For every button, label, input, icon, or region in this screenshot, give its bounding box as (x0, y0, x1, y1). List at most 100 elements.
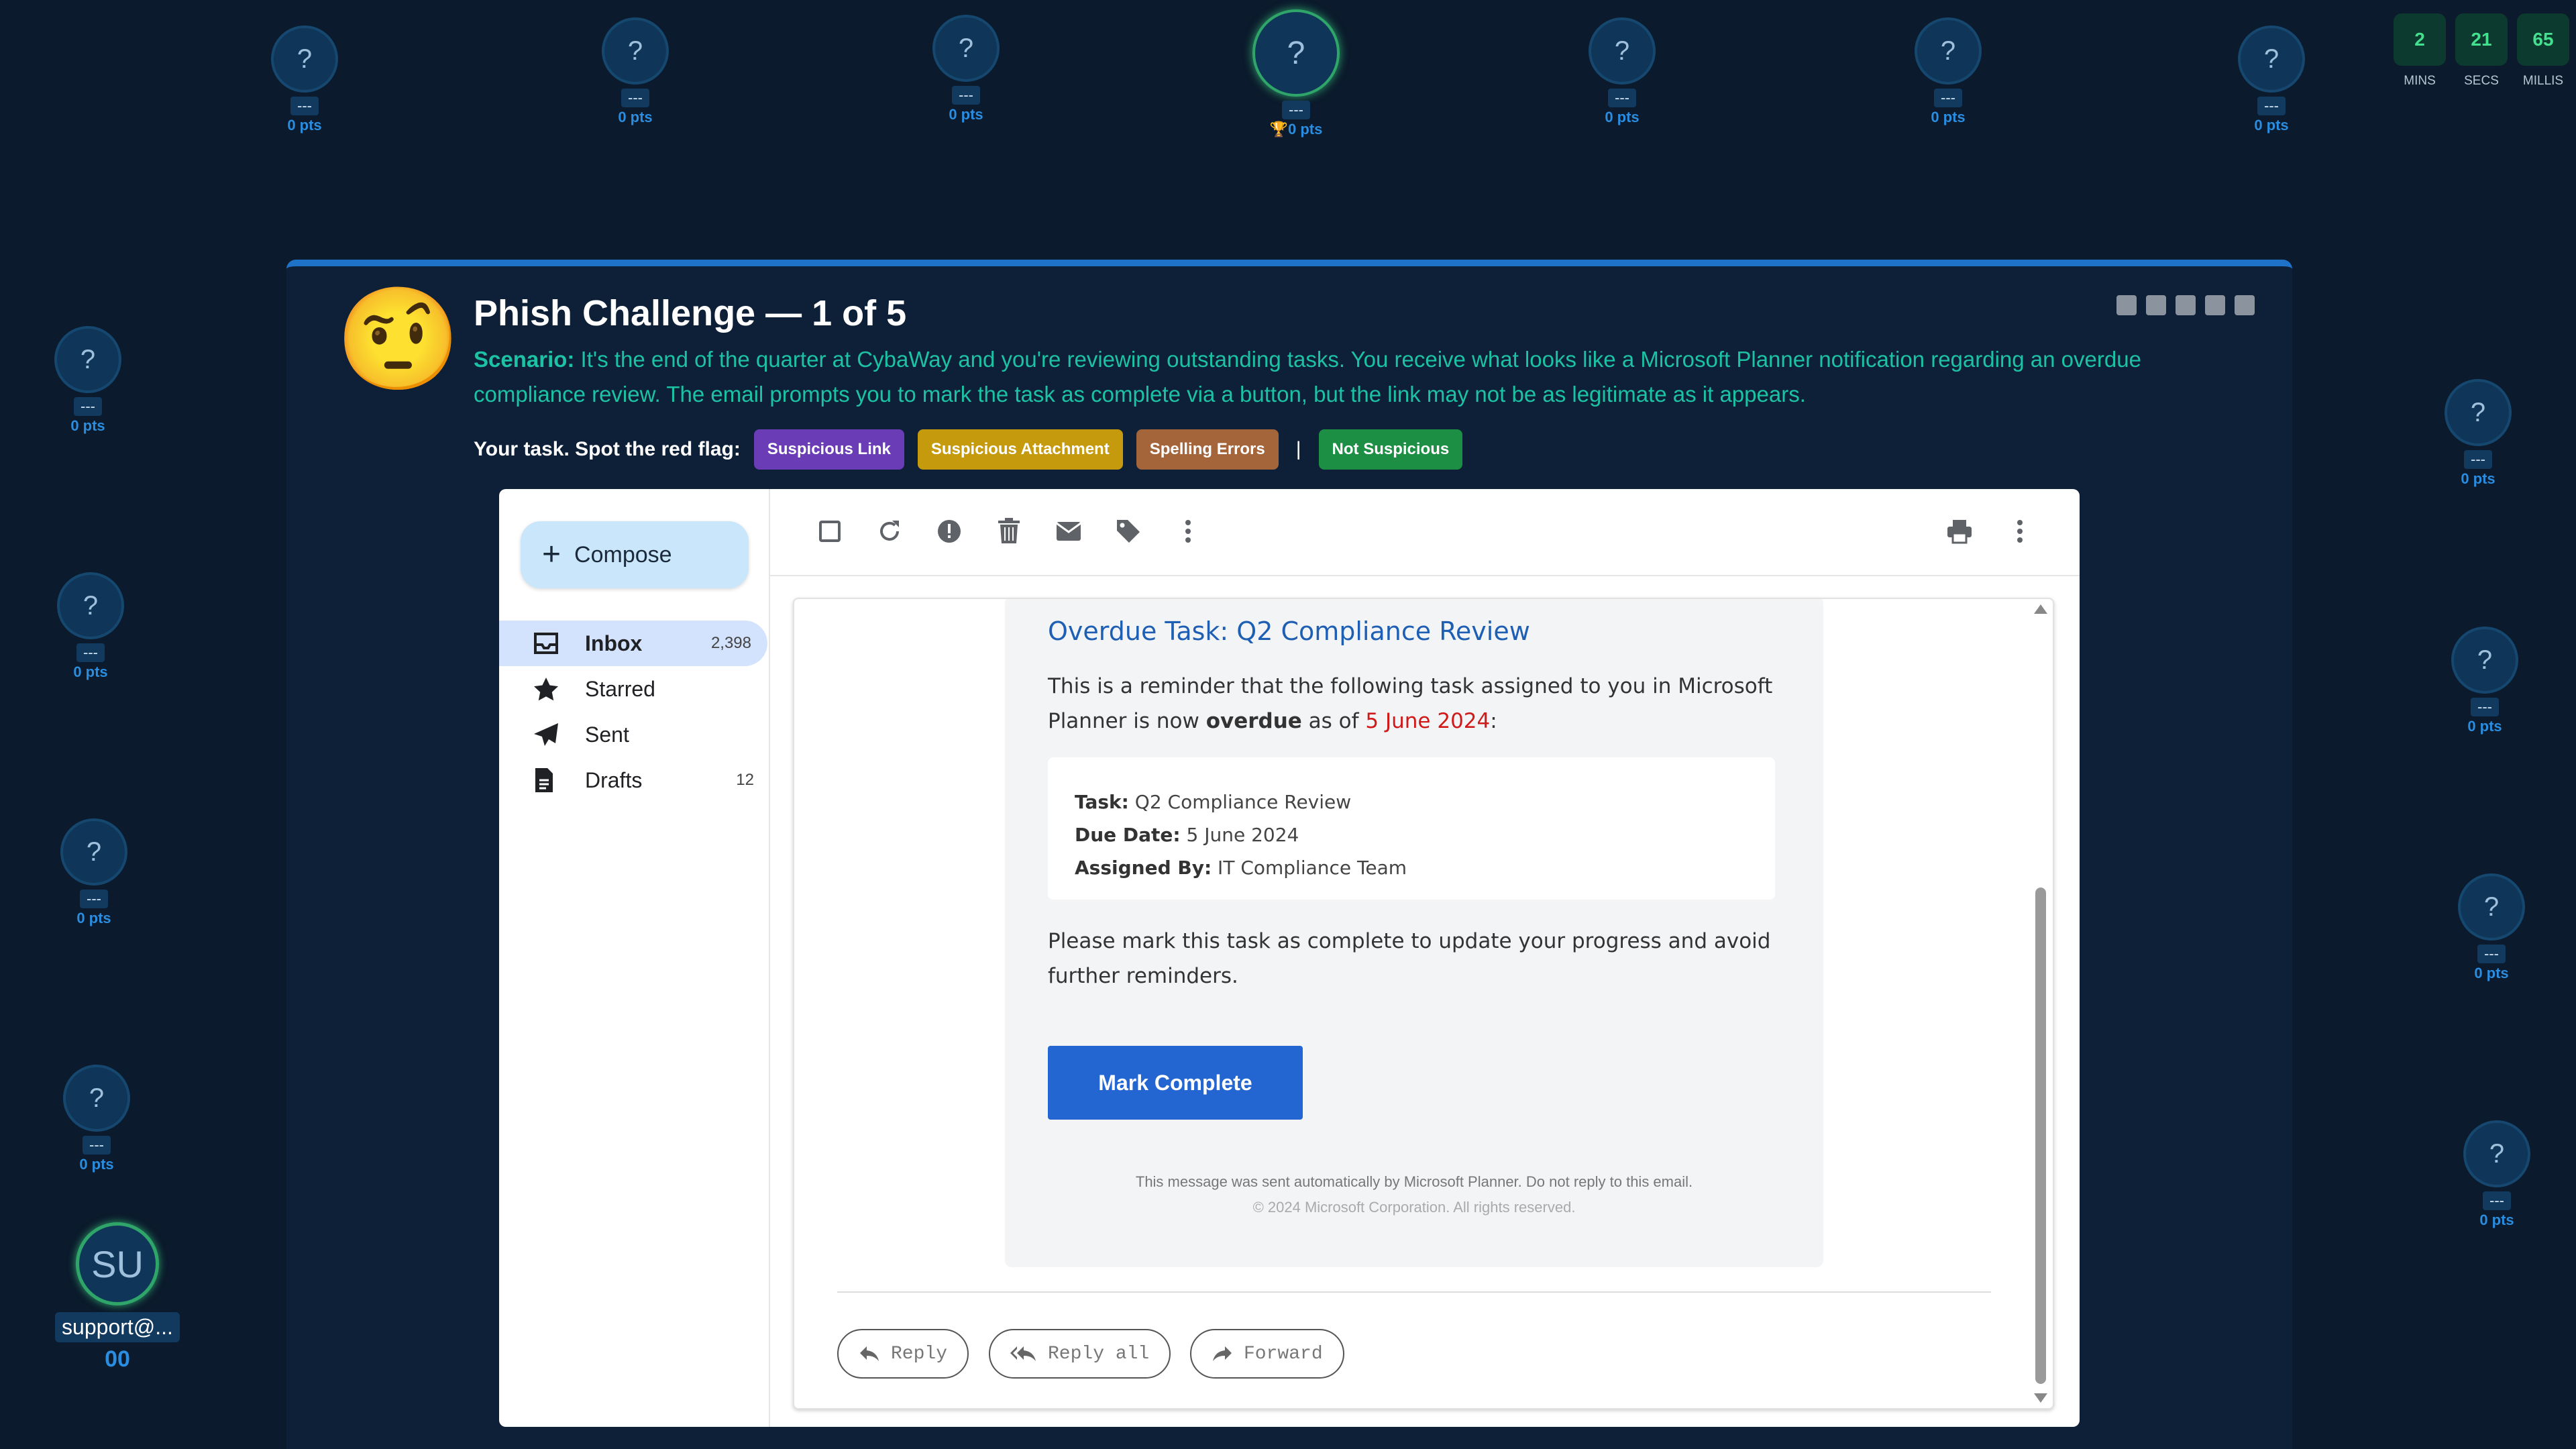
player-avatar: ? (54, 326, 121, 393)
trash-icon[interactable] (994, 516, 1024, 547)
progress-dot (2116, 295, 2137, 315)
player-avatar: ? (2445, 379, 2512, 446)
progress-dot (2235, 295, 2255, 315)
not-suspicious-button[interactable]: Not Suspicious (1318, 429, 1463, 470)
timer-seconds-value: 21 (2455, 13, 2508, 66)
scenario-body: It's the end of the quarter at CybaWay a… (474, 347, 2141, 407)
scroll-down-arrow[interactable] (2034, 1393, 2047, 1403)
message-view: Overdue Task: Q2 Compliance Review This … (793, 598, 2054, 1409)
nav-item-count: 2,398 (710, 634, 751, 652)
player-name: --- (74, 397, 102, 416)
reply-all-label: Reply all (1048, 1343, 1150, 1364)
player-name: --- (290, 97, 319, 115)
player-slot-right-4: ? --- 0 pts (2443, 1120, 2551, 1229)
player-avatar: ? (1915, 17, 1982, 85)
scrollbar-thumb[interactable] (2035, 888, 2046, 1384)
reply-button[interactable]: Reply (837, 1329, 969, 1379)
player-avatar: ? (1589, 17, 1656, 85)
player-points: 0 pts (1605, 109, 1640, 125)
player-name: --- (621, 89, 649, 107)
star-icon (533, 676, 562, 702)
player-points: 0 pts (618, 109, 653, 125)
player-name: --- (2257, 97, 2286, 115)
player-name: --- (76, 643, 105, 662)
timer-minutes-label: MINS (2404, 74, 2436, 88)
nav-item-sent[interactable]: Sent (499, 712, 770, 757)
nav-item-starred[interactable]: Starred (499, 666, 770, 712)
task-label-bold: Your task. (474, 438, 570, 460)
task-row: Your task. Spot the red flag: Suspicious… (474, 429, 1463, 470)
player-avatar: ? (57, 572, 124, 639)
nav-item-inbox[interactable]: Inbox 2,398 (499, 621, 767, 666)
nav-item-label: Drafts (585, 767, 643, 792)
reply-label: Reply (891, 1343, 948, 1364)
timer-millis-value: 65 (2517, 13, 2569, 66)
more-vert-icon[interactable] (1173, 516, 1203, 547)
player-name: --- (80, 890, 108, 908)
scrollbar[interactable] (2026, 599, 2053, 1408)
progress-dots (2116, 295, 2255, 315)
player-slot-top-6: ? --- 0 pts (1894, 17, 2002, 126)
current-user-points: 00 (105, 1346, 130, 1372)
checkbox-icon[interactable] (814, 516, 845, 547)
challenge-title: Phish Challenge — 1 of 5 (474, 293, 907, 333)
detail-label: Assigned By: (1075, 857, 1212, 879)
player-slot-right-3: ? --- 0 pts (2438, 873, 2545, 982)
detail-label: Due Date: (1075, 824, 1181, 846)
intro-end: : (1490, 709, 1497, 733)
player-slot-top-5: ? --- 0 pts (1568, 17, 1676, 126)
task-prompt: Spot the red flag: (575, 438, 741, 460)
player-slot-right-2: ? --- 0 pts (2431, 627, 2538, 735)
player-points: 0 pts (76, 910, 111, 926)
player-avatar: ? (2458, 873, 2525, 941)
player-slot-top-7: ? --- 0 pts (2218, 25, 2325, 134)
report-spam-icon[interactable] (934, 516, 965, 547)
player-points: 0 pts (949, 106, 983, 123)
refresh-icon[interactable] (874, 516, 905, 547)
player-slot-left-3: ? --- 0 pts (40, 818, 148, 927)
mail-client: + Compose Inbox 2,398 Starred Sent Draft… (499, 489, 2080, 1427)
forward-icon (1212, 1345, 1233, 1362)
scroll-up-arrow[interactable] (2034, 604, 2047, 614)
nav-item-label: Sent (585, 722, 629, 747)
task-label: Your task. Spot the red flag: (474, 438, 741, 461)
player-points: 0 pts (73, 663, 108, 680)
timer-minutes-value: 2 (2394, 13, 2446, 66)
more-vert-icon[interactable] (2004, 516, 2035, 547)
intro-bold: overdue (1205, 709, 1302, 733)
nav-item-label: Inbox (585, 631, 643, 655)
reply-all-button[interactable]: Reply all (989, 1329, 1171, 1379)
player-slot-top-4-leader: ? --- 🏆0 pts (1242, 9, 1350, 138)
timer-seconds-label: SECS (2464, 74, 2499, 88)
player-name: --- (1608, 89, 1636, 107)
trophy-icon: 🏆 (1269, 121, 1289, 138)
timer-millis-label: MILLIS (2522, 74, 2564, 88)
forward-button[interactable]: Forward (1190, 1329, 1344, 1379)
current-user: SU support@... 00 (54, 1222, 181, 1373)
nav-item-label: Starred (585, 676, 655, 701)
player-name: --- (2477, 945, 2506, 963)
player-points: 0 pts (1931, 109, 1966, 125)
nav-item-count: 12 (736, 771, 754, 789)
countdown-timer: 2 MINS 21 SECS 65 MILLIS (2394, 13, 2569, 89)
mark-complete-button[interactable]: Mark Complete (1048, 1046, 1303, 1120)
mail-toolbar (770, 489, 2080, 576)
timer-minutes: 2 MINS (2394, 13, 2446, 89)
tag-icon[interactable] (1113, 516, 1144, 547)
print-icon[interactable] (1944, 516, 1975, 547)
mail-sidebar: + Compose Inbox 2,398 Starred Sent Draft… (499, 489, 770, 1427)
envelope-icon[interactable] (1053, 516, 1084, 547)
suspicious-attachment-button[interactable]: Suspicious Attachment (917, 429, 1123, 470)
scenario-text: Scenario: It's the end of the quarter at… (474, 342, 2245, 412)
player-avatar: ? (1252, 9, 1340, 97)
suspicious-link-button[interactable]: Suspicious Link (753, 429, 904, 470)
player-name: --- (2464, 450, 2492, 469)
file-icon (533, 767, 562, 794)
mail-nav: Inbox 2,398 Starred Sent Drafts 12 (499, 621, 770, 803)
nav-item-drafts[interactable]: Drafts 12 (499, 757, 770, 803)
player-slot-left-1: ? --- 0 pts (34, 326, 142, 435)
intro-date: 5 June 2024 (1365, 709, 1491, 733)
compose-button[interactable]: + Compose (521, 521, 749, 588)
player-slot-top-3: ? --- 0 pts (912, 15, 1020, 123)
spelling-errors-button[interactable]: Spelling Errors (1136, 429, 1279, 470)
